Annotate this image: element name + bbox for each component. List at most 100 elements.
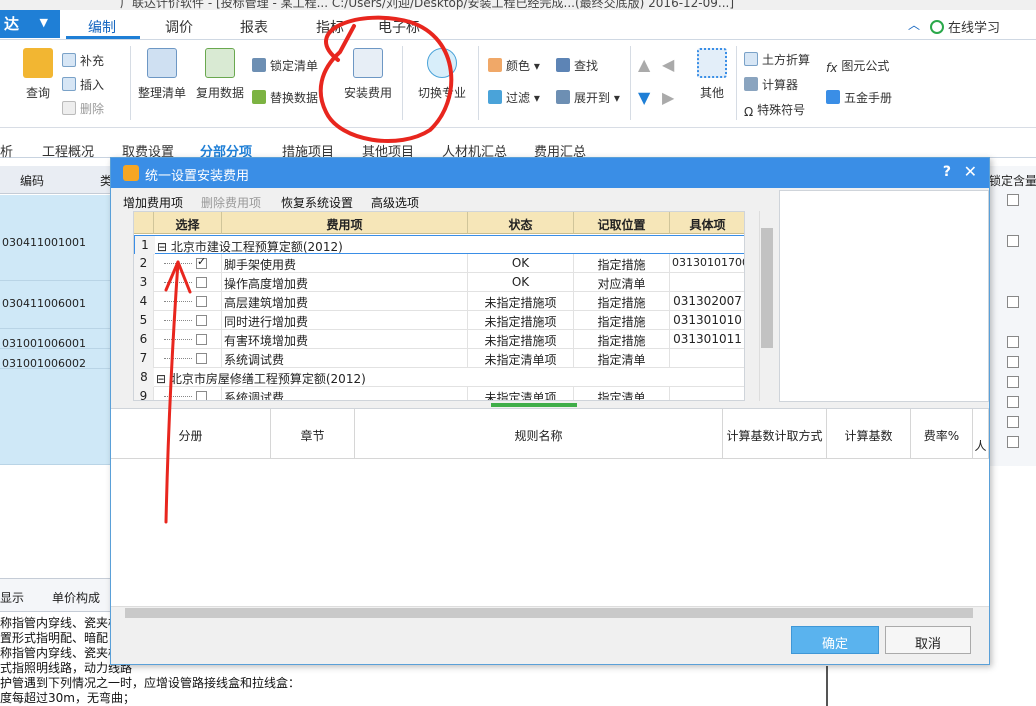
- lock-column-header: 锁定含量: [989, 174, 1036, 188]
- grid-icon: [697, 48, 727, 78]
- lock-checkbox[interactable]: [1007, 356, 1019, 368]
- install-fee-button[interactable]: 安装费用: [340, 48, 396, 101]
- table-row[interactable]: 3 操作高度增加费 OK 对应清单: [134, 273, 744, 292]
- delete-fee-item-button[interactable]: 删除费用项: [201, 194, 261, 211]
- code-cell[interactable]: 031001006001: [0, 337, 112, 350]
- replace-data-button[interactable]: 替换数据: [252, 89, 318, 106]
- tab-unit-price-composition[interactable]: 单价构成: [52, 589, 100, 606]
- code-cell[interactable]: 030411001001: [0, 236, 112, 249]
- select-checkbox[interactable]: [196, 391, 207, 400]
- table-row[interactable]: 7 系统调试费 未指定清单项 指定清单: [134, 349, 744, 368]
- status-column-header: 状态: [468, 212, 574, 234]
- earthwork-icon: [744, 52, 758, 66]
- select-checkbox[interactable]: [196, 315, 207, 326]
- tree-line: [164, 339, 192, 340]
- special-symbol-button[interactable]: Ω 特殊符号: [744, 101, 805, 119]
- ribbon-separator: [478, 46, 479, 120]
- binoculars-icon: [556, 58, 570, 72]
- select-checkbox[interactable]: [196, 353, 207, 364]
- collapse-ribbon-icon[interactable]: ︿: [908, 16, 920, 33]
- cancel-button[interactable]: 取消: [885, 626, 971, 654]
- tab-edit[interactable]: 编制: [88, 17, 116, 37]
- group-row[interactable]: 8 ⊟ 北京市房屋修缮工程预算定额(2012): [134, 368, 744, 387]
- switch-icon: [427, 48, 457, 78]
- supplement-button[interactable]: 补充: [62, 52, 104, 69]
- grid-header: 编码 类: [0, 166, 112, 194]
- table-row[interactable]: 9 系统调试费 未指定清单项 指定清单: [134, 387, 744, 400]
- ribbon-separator: [402, 46, 403, 120]
- table-row[interactable]: 6 有害环境增加费 未指定措施项 指定措施 031301011: [134, 330, 744, 349]
- other-button[interactable]: 其他: [694, 48, 730, 101]
- select-checkbox[interactable]: [196, 296, 207, 307]
- earthwork-button[interactable]: 土方折算: [744, 51, 810, 68]
- arrow-down-icon[interactable]: ▼: [638, 88, 650, 107]
- lock-checkbox[interactable]: [1007, 396, 1019, 408]
- filter-icon: [488, 90, 502, 104]
- online-help-link[interactable]: 在线学习: [930, 17, 1000, 36]
- table-row[interactable]: 5 同时进行增加费 未指定措施项 指定措施 031301010: [134, 311, 744, 330]
- splitter-handle[interactable]: [491, 403, 577, 407]
- tab-analysis[interactable]: 析: [0, 141, 13, 160]
- group-row[interactable]: 1 ⊟ 北京市建设工程预算定额(2012): [134, 235, 744, 255]
- row-number-header: [134, 212, 154, 234]
- calculator-button[interactable]: 计算器: [744, 76, 798, 93]
- select-checkbox[interactable]: [196, 334, 207, 345]
- scrollbar-thumb[interactable]: [761, 228, 773, 348]
- reuse-data-button[interactable]: 复用数据: [194, 48, 246, 101]
- hardware-manual-button[interactable]: 五金手册: [826, 89, 892, 106]
- table-row[interactable]: 4 高层建筑增加费 未指定措施项 指定措施 031302007: [134, 292, 744, 311]
- app-menu-button[interactable]: 达 ▼: [0, 10, 60, 38]
- select-checkbox[interactable]: [196, 255, 207, 269]
- tab-show[interactable]: 显示: [0, 589, 24, 606]
- code-cell[interactable]: 031001006002: [0, 357, 112, 370]
- element-formula-button[interactable]: fx 图元公式: [826, 57, 889, 75]
- lock-icon: [252, 58, 266, 72]
- delete-button[interactable]: 删除: [62, 100, 104, 117]
- restore-system-settings-button[interactable]: 恢复系统设置: [281, 194, 353, 211]
- tab-index[interactable]: 指标: [316, 17, 344, 37]
- chevron-down-icon: ▼: [39, 16, 48, 29]
- lock-checkbox[interactable]: [1007, 296, 1019, 308]
- fee-items-table: 选择 费用项 状态 记取位置 具体项 1 ⊟ 北京市建设工程预算定额(2012)…: [133, 211, 745, 401]
- ribbon-tab-row: [0, 10, 1036, 40]
- organize-list-button[interactable]: 整理清单: [136, 48, 188, 101]
- lock-checkbox[interactable]: [1007, 336, 1019, 348]
- find-button[interactable]: 查找: [556, 57, 598, 74]
- lock-checkbox[interactable]: [1007, 376, 1019, 388]
- color-button[interactable]: 颜色 ▾: [488, 57, 540, 74]
- lock-checkbox[interactable]: [1007, 416, 1019, 428]
- arrow-up-icon[interactable]: ▲: [638, 55, 650, 74]
- tab-report[interactable]: 报表: [240, 17, 268, 37]
- filter-button[interactable]: 过滤 ▾: [488, 89, 540, 106]
- tree-line: [164, 358, 192, 359]
- table-row[interactable]: 2 脚手架使用费 OK 指定措施 031301017001...: [134, 254, 744, 273]
- table-row[interactable]: [0, 369, 112, 465]
- scrollbar-thumb[interactable]: [125, 608, 973, 618]
- lock-checkbox[interactable]: [1007, 194, 1019, 206]
- tree-line: [164, 263, 192, 264]
- add-fee-item-button[interactable]: 增加费用项: [123, 194, 183, 211]
- globe-icon: [930, 20, 944, 34]
- help-icon[interactable]: ?: [943, 164, 951, 180]
- expand-to-button[interactable]: 展开到 ▾: [556, 89, 620, 106]
- query-button[interactable]: 查询: [18, 48, 58, 101]
- insert-button[interactable]: 插入: [62, 76, 104, 93]
- lock-checkbox[interactable]: [1007, 436, 1019, 448]
- arrow-right-icon[interactable]: ▶: [662, 88, 674, 107]
- manual-icon: [826, 90, 840, 104]
- ok-button[interactable]: 确定: [791, 626, 879, 654]
- arrow-left-icon[interactable]: ◀: [662, 55, 674, 74]
- select-checkbox[interactable]: [196, 277, 207, 288]
- close-icon[interactable]: ✕: [964, 162, 977, 181]
- base-method-column-header: 计算基数计取方式: [723, 409, 827, 459]
- tab-project-overview[interactable]: 工程概况: [42, 141, 94, 160]
- bottom-tab-row: 显示 单价构成: [0, 578, 112, 612]
- lock-list-button[interactable]: 锁定清单: [252, 57, 318, 74]
- tab-e-bid[interactable]: 电子标: [378, 17, 420, 37]
- lock-checkbox[interactable]: [1007, 235, 1019, 247]
- tab-adjust-price[interactable]: 调价: [165, 17, 193, 37]
- window-title-bar: 广联达计价软件 - [投标管理 - 某工程... C:/Users/刘迎/Des…: [0, 0, 1036, 10]
- switch-major-button[interactable]: 切换专业: [414, 48, 470, 101]
- advanced-options-button[interactable]: 高级选项: [371, 194, 419, 211]
- code-cell[interactable]: 030411006001: [0, 297, 112, 310]
